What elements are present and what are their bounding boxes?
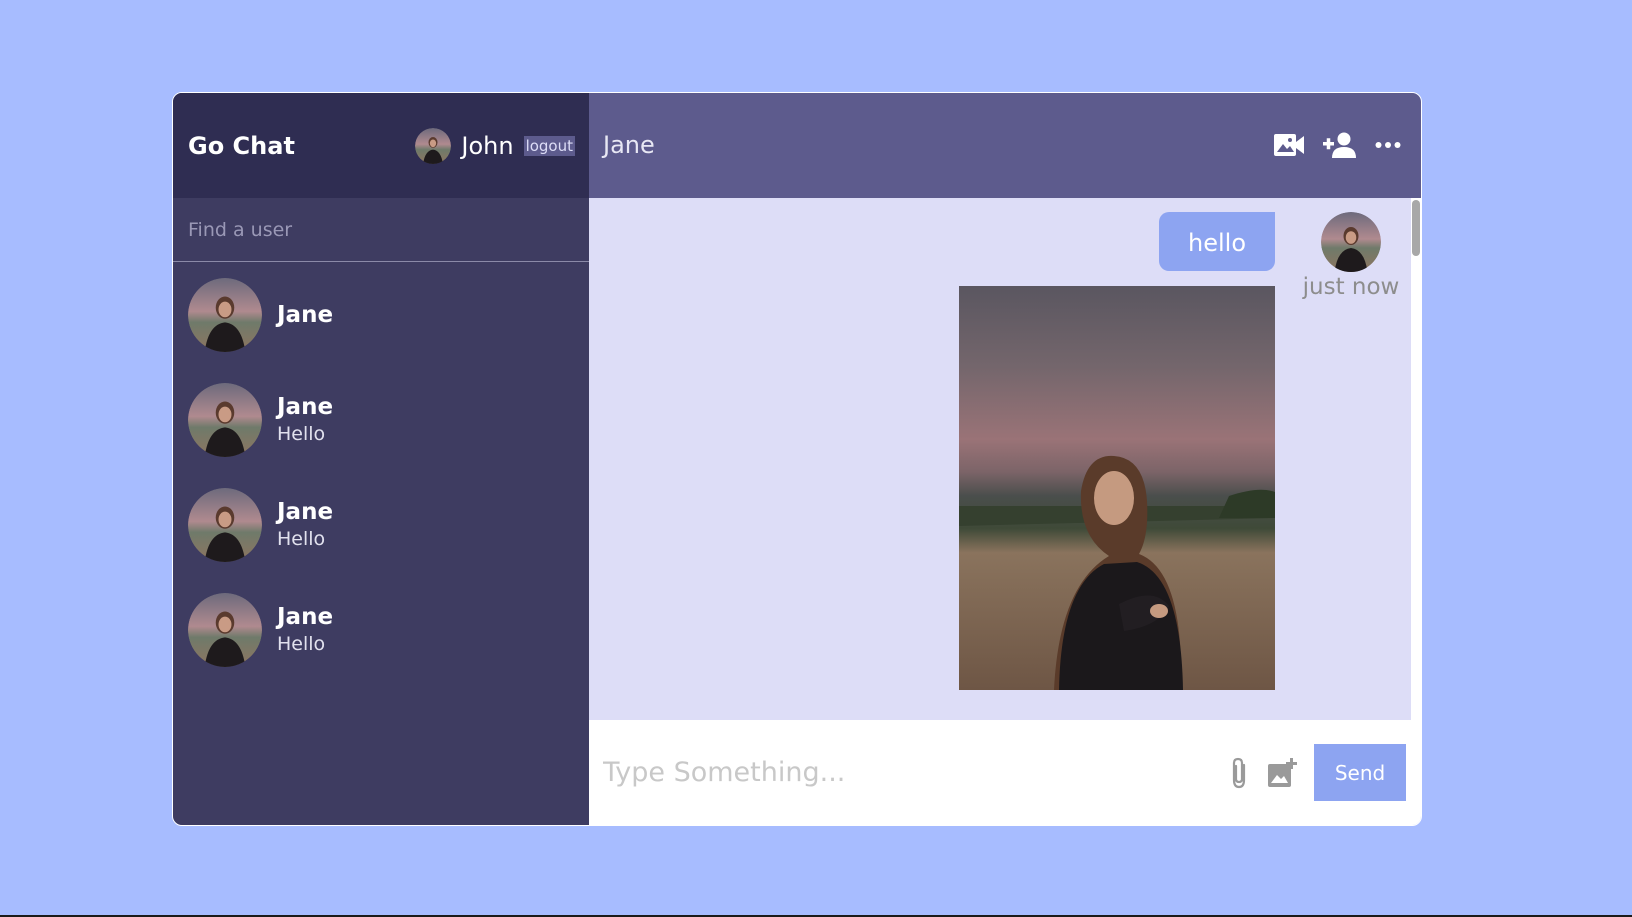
add-image-icon[interactable] (1266, 757, 1298, 789)
contact-avatar (188, 487, 262, 562)
chat-info: Jane (277, 302, 333, 328)
chat-list-item[interactable]: Jane Hello (173, 577, 589, 682)
message-content: hello (959, 211, 1275, 690)
chat-list-item[interactable]: Jane (173, 262, 589, 367)
message-input[interactable] (603, 757, 1163, 789)
message-timestamp: just now (1302, 273, 1400, 300)
chat-info: Jane Hello (277, 394, 333, 445)
logout-button[interactable]: logout (523, 135, 575, 156)
contact-name: Jane (277, 394, 334, 420)
user-avatar (415, 127, 452, 164)
chat-actions (1273, 131, 1401, 159)
navbar: Go Chat John logout (173, 93, 589, 198)
chat-header: Jane (589, 93, 1421, 198)
app-logo: Go Chat (188, 131, 295, 160)
last-message: Hello (277, 633, 326, 655)
message-input-bar: Send (589, 720, 1421, 825)
messages-scrollbar[interactable] (1411, 197, 1421, 721)
chat-app-window: Go Chat John logout Find a user Jane Jan… (172, 92, 1422, 826)
paperclip-icon[interactable] (1228, 756, 1250, 790)
last-message: Hello (277, 528, 326, 550)
contact-avatar (188, 277, 262, 352)
contact-name: Jane (277, 604, 334, 630)
user-search (173, 198, 589, 262)
more-options-icon[interactable] (1375, 131, 1401, 159)
message-owner: hello just now (959, 211, 1400, 690)
search-input[interactable] (188, 218, 574, 241)
chat-list-item[interactable]: Jane Hello (173, 472, 589, 577)
chat-list: Jane Jane Hello Jane Hello Jane Hello (173, 262, 589, 825)
send-button[interactable]: Send (1314, 744, 1406, 802)
last-message: Hello (277, 423, 326, 445)
chat-contact-name: Jane (603, 131, 655, 160)
user-name: John (461, 131, 514, 160)
scrollbar-thumb[interactable] (1412, 199, 1420, 256)
chat-info: Jane Hello (277, 499, 333, 550)
message-meta: just now (1302, 211, 1400, 690)
messages-area[interactable]: hello just now (589, 197, 1421, 721)
chat-list-item[interactable]: Jane Hello (173, 367, 589, 472)
sender-avatar (1321, 211, 1381, 272)
video-camera-icon[interactable] (1273, 131, 1305, 159)
contact-avatar (188, 382, 262, 457)
chat-panel: Jane hello just now Type Something... Se… (589, 93, 1421, 825)
contact-avatar (188, 592, 262, 667)
contact-name: Jane (277, 301, 334, 328)
message-photo[interactable] (959, 285, 1275, 690)
add-user-icon[interactable] (1323, 131, 1357, 159)
current-user: John logout (415, 127, 575, 164)
message-bubble: hello (1159, 211, 1275, 271)
contact-name: Jane (277, 499, 334, 525)
chat-info: Jane Hello (277, 604, 333, 655)
sidebar: Go Chat John logout Find a user Jane Jan… (173, 93, 589, 825)
send-controls: Send (1228, 744, 1406, 802)
